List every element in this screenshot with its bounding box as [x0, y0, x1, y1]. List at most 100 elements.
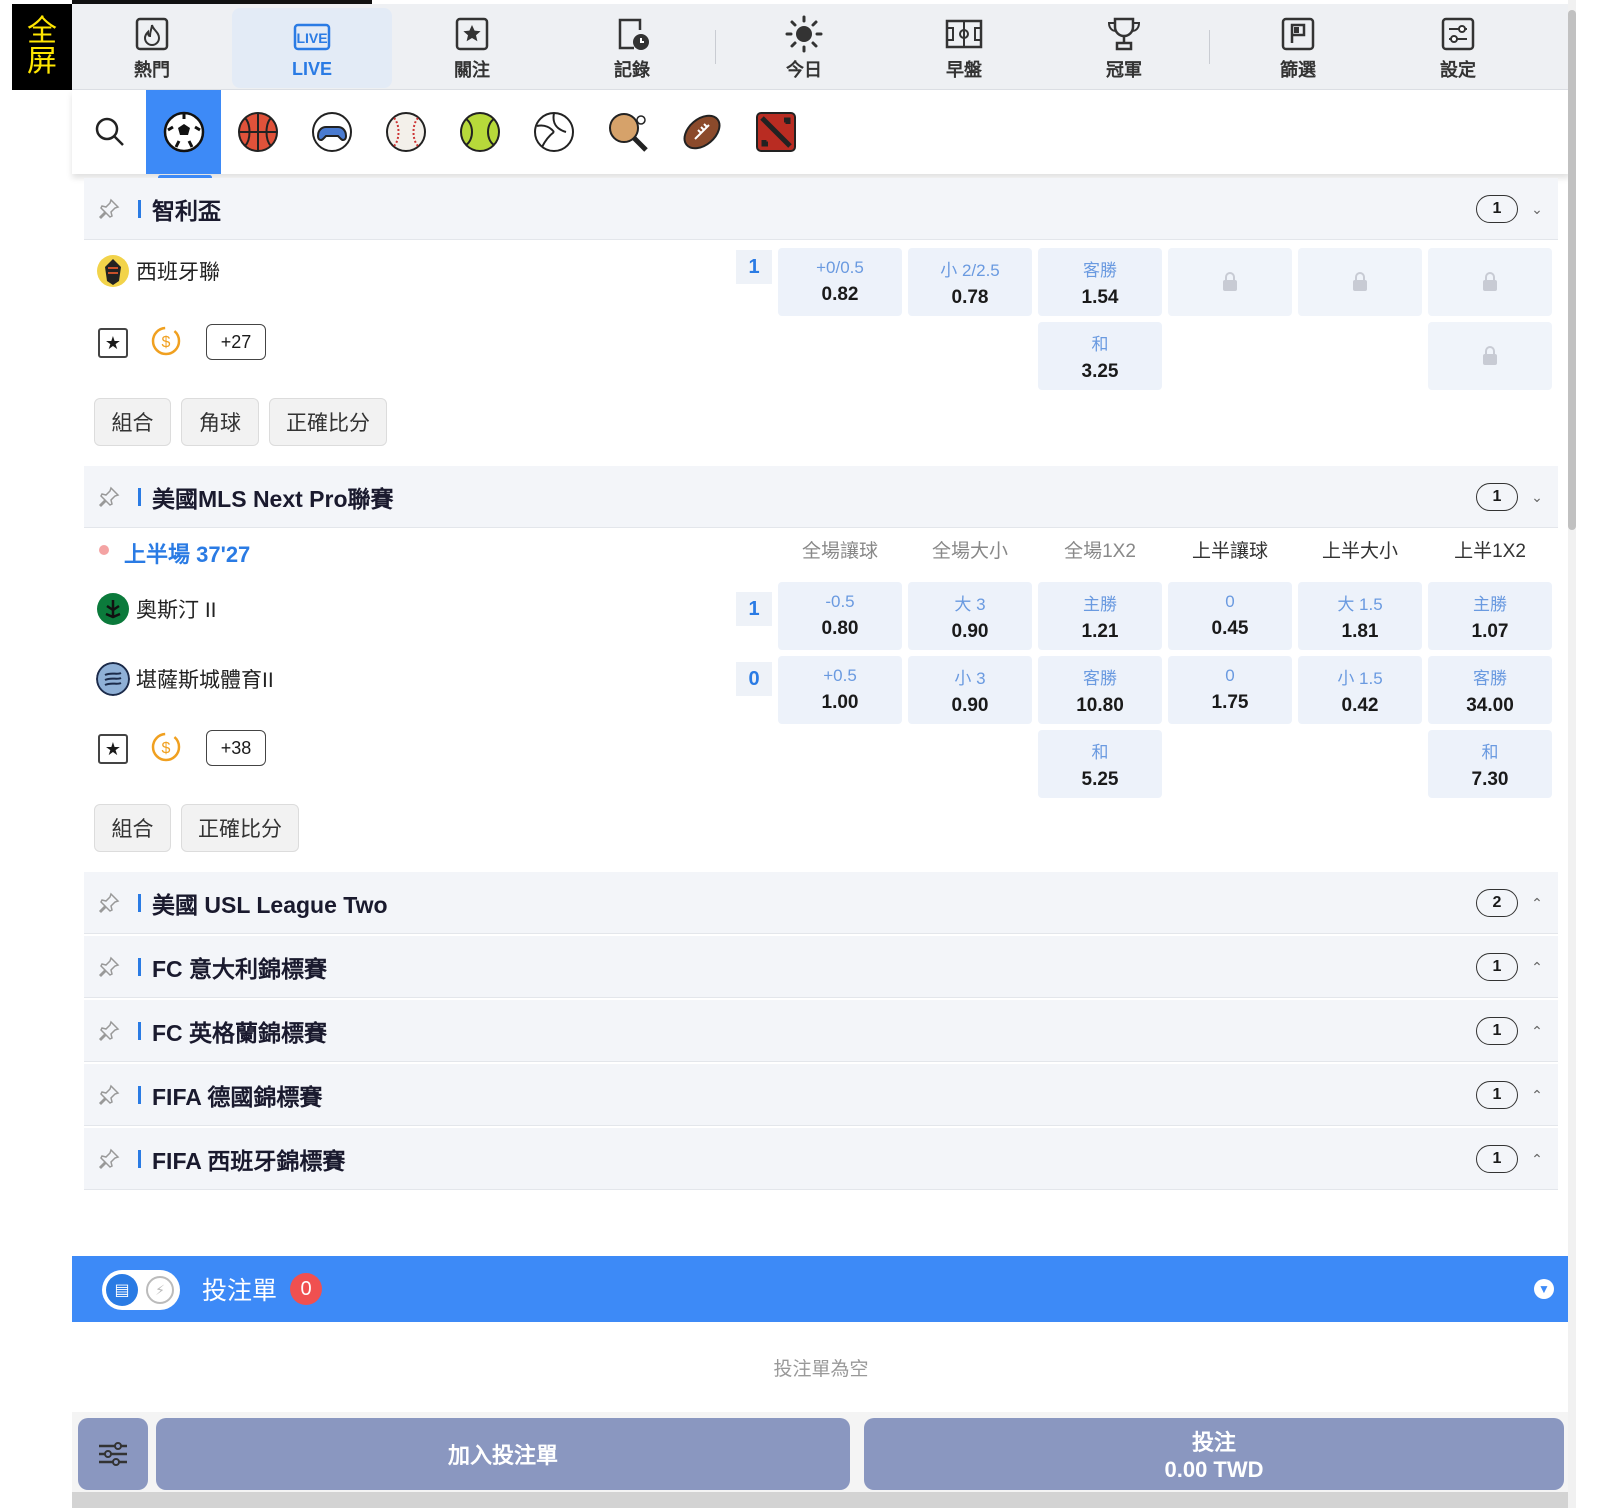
- favorite-star-icon[interactable]: ★: [98, 734, 128, 764]
- betslip-title: 投注單: [202, 1277, 278, 1305]
- league-header-usl[interactable]: 美國 USL League Two 2 ⌃: [84, 872, 1558, 934]
- pin-icon[interactable]: [98, 198, 120, 220]
- fullscreen-button[interactable]: 全 屏: [12, 4, 72, 90]
- sport-esports[interactable]: [294, 90, 369, 174]
- market-tab[interactable]: 組合: [94, 398, 171, 446]
- league-name: 智利盃: [152, 197, 221, 224]
- esports-icon: [311, 112, 352, 152]
- chevron-up-icon[interactable]: ⌃: [1530, 896, 1544, 910]
- odds-button[interactable]: 小 3 0.90: [908, 656, 1032, 724]
- league-header-fc-england[interactable]: FC 英格蘭錦標賽 1 ⌃: [84, 1000, 1558, 1062]
- team-name: 奧斯汀 II: [136, 599, 217, 622]
- league-header-chile[interactable]: 智利盃 1 ⌄: [84, 178, 1558, 240]
- settings-menu-button[interactable]: [78, 1418, 148, 1490]
- market-tab[interactable]: 正確比分: [181, 804, 299, 852]
- chevron-down-icon[interactable]: ⌄: [1530, 490, 1544, 504]
- odds-button[interactable]: 小 2/2.5 0.78: [908, 248, 1032, 316]
- add-to-betslip-button[interactable]: 加入投注單: [156, 1418, 850, 1490]
- odds-button[interactable]: 主勝 1.21: [1038, 582, 1162, 650]
- filter-icon: [1281, 17, 1315, 51]
- cashout-icon[interactable]: $: [150, 730, 184, 764]
- nav-favorites[interactable]: 關注: [392, 8, 552, 88]
- odds-label: +0/0.5: [816, 258, 864, 277]
- team-row-home[interactable]: 奧斯汀 II: [96, 592, 217, 626]
- sport-baseball[interactable]: [368, 90, 443, 174]
- pin-icon[interactable]: [98, 1020, 120, 1042]
- pin-icon[interactable]: [98, 486, 120, 508]
- nav-today-label: 今日: [786, 60, 822, 80]
- sport-basketball[interactable]: [220, 90, 295, 174]
- chevron-up-icon[interactable]: ⌃: [1530, 1024, 1544, 1038]
- odds-label: 客勝: [1083, 668, 1117, 688]
- pin-icon[interactable]: [98, 1148, 120, 1170]
- team-row[interactable]: 西班牙聯: [96, 254, 220, 288]
- nav-early[interactable]: 早盤: [884, 8, 1044, 88]
- sport-american-football[interactable]: [664, 90, 739, 174]
- league-header-fifa-germany[interactable]: FIFA 德國錦標賽 1 ⌃: [84, 1064, 1558, 1126]
- scrollbar-thumb[interactable]: [1568, 10, 1576, 530]
- sport-dota[interactable]: [738, 90, 813, 174]
- place-bet-button[interactable]: 投注 0.00 TWD: [864, 1418, 1564, 1490]
- odds-button[interactable]: 主勝 1.07: [1428, 582, 1552, 650]
- league-header-mls[interactable]: 美國MLS Next Pro聯賽 1 ⌄: [84, 466, 1558, 528]
- odds-button[interactable]: 小 1.5 0.42: [1298, 656, 1422, 724]
- odds-button[interactable]: 和 7.30: [1428, 730, 1552, 798]
- nav-champion[interactable]: 冠軍: [1044, 8, 1204, 88]
- sport-volleyball[interactable]: [516, 90, 591, 174]
- league-header-fc-italy[interactable]: FC 意大利錦標賽 1 ⌃: [84, 936, 1558, 998]
- odds-button[interactable]: +0/0.5 0.82: [778, 248, 902, 316]
- odds-button[interactable]: 0 1.75: [1168, 656, 1292, 724]
- pin-icon[interactable]: [98, 956, 120, 978]
- pin-icon[interactable]: [98, 1084, 120, 1106]
- odds-button[interactable]: 大 3 0.90: [908, 582, 1032, 650]
- pin-icon[interactable]: [98, 892, 120, 914]
- odds-button[interactable]: +0.5 1.00: [778, 656, 902, 724]
- chevron-up-icon[interactable]: ⌃: [1530, 960, 1544, 974]
- odds-button[interactable]: 和 3.25: [1038, 322, 1162, 390]
- odds-button[interactable]: 客勝 34.00: [1428, 656, 1552, 724]
- odds-button[interactable]: -0.5 0.80: [778, 582, 902, 650]
- top-navigation: 熱門 LIVE LIVE 關注 記錄 今日 早盤 冠軍 篩選 設定: [72, 4, 1570, 90]
- nav-live[interactable]: LIVE LIVE: [232, 8, 392, 88]
- chevron-down-icon[interactable]: ⌄: [1530, 202, 1544, 216]
- odds-button[interactable]: 客勝 1.54: [1038, 248, 1162, 316]
- favorite-star-icon[interactable]: ★: [98, 328, 128, 358]
- league-accent-bar: [138, 958, 141, 976]
- league-name: 美國MLS Next Pro聯賽: [152, 485, 394, 512]
- market-tab[interactable]: 正確比分: [269, 398, 387, 446]
- quick-bet-icon: ⚡: [146, 1276, 174, 1304]
- betslip-header[interactable]: ▤ ⚡ 投注單 0 ▼: [72, 1256, 1570, 1322]
- nav-hot[interactable]: 熱門: [72, 8, 232, 88]
- market-tab[interactable]: 角球: [181, 398, 259, 446]
- chevron-up-icon[interactable]: ⌃: [1530, 1088, 1544, 1102]
- nav-settings[interactable]: 設定: [1378, 8, 1538, 88]
- chevron-up-icon[interactable]: ⌃: [1530, 1152, 1544, 1166]
- nav-today[interactable]: 今日: [724, 8, 884, 88]
- pitch-icon: [945, 19, 983, 49]
- team-row-away[interactable]: 堪薩斯城體育II: [96, 662, 274, 696]
- sport-soccer[interactable]: [146, 90, 221, 180]
- league-header-fifa-spain[interactable]: FIFA 西班牙錦標賽 1 ⌃: [84, 1128, 1558, 1190]
- more-markets-button[interactable]: +38: [206, 730, 266, 766]
- odds-button[interactable]: 客勝 10.80: [1038, 656, 1162, 724]
- nav-filter[interactable]: 篩選: [1218, 8, 1378, 88]
- nav-history[interactable]: 記錄: [552, 8, 712, 88]
- market-tab[interactable]: 組合: [94, 804, 171, 852]
- chevron-down-icon[interactable]: ▼: [1534, 1279, 1554, 1299]
- sport-search[interactable]: [72, 90, 147, 174]
- odds-button[interactable]: 0 0.45: [1168, 582, 1292, 650]
- odds-button[interactable]: 大 1.5 1.81: [1298, 582, 1422, 650]
- odds-label: 主勝: [1083, 594, 1117, 614]
- odds-button[interactable]: 和 5.25: [1038, 730, 1162, 798]
- sport-table-tennis[interactable]: [590, 90, 665, 174]
- lock-icon: [1223, 272, 1237, 291]
- more-markets-button[interactable]: +27: [206, 324, 266, 360]
- betslip-count-badge: 0: [290, 1273, 322, 1305]
- betslip-mode-toggle[interactable]: ▤ ⚡: [102, 1270, 180, 1310]
- cashout-icon[interactable]: $: [150, 324, 184, 358]
- flame-icon: [135, 17, 169, 51]
- odds-value: 5.25: [1081, 768, 1119, 790]
- league-accent-bar: [138, 200, 141, 218]
- sport-tennis[interactable]: [442, 90, 517, 174]
- team-name: 西班牙聯: [136, 261, 220, 284]
